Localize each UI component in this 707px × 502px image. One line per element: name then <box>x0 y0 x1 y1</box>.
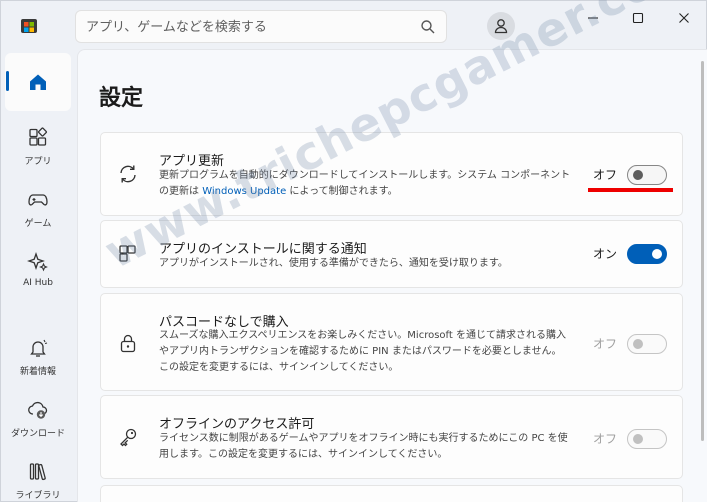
toggle-knob <box>633 339 643 349</box>
sidebar-item-label: アプリ <box>24 157 52 167</box>
download-icon <box>28 401 48 419</box>
setting-app-updates: アプリ更新 更新プログラムを自動的にダウンロードしてインストールします。システム… <box>100 132 683 216</box>
setting-card-partial <box>100 485 683 502</box>
sidebar-nav: アプリ ゲーム AI Hub 新着情報 ダウンロード ライブラリ <box>1 49 75 502</box>
search-box[interactable] <box>75 10 447 43</box>
page-title: 設定 <box>99 86 144 111</box>
library-icon <box>29 463 46 481</box>
title-bar <box>1 1 707 49</box>
close-button[interactable] <box>661 1 707 35</box>
sidebar-item-label: ダウンロード <box>10 429 65 439</box>
gamepad-icon <box>28 194 48 206</box>
sync-icon <box>120 165 136 183</box>
minimize-button[interactable] <box>570 1 616 35</box>
minimize-icon <box>588 17 598 19</box>
maximize-button[interactable] <box>615 1 661 35</box>
windows-update-link[interactable]: Windows Update <box>202 186 286 197</box>
offline-permissions-toggle[interactable] <box>627 429 667 449</box>
toggle-knob <box>652 249 662 259</box>
app-updates-toggle[interactable] <box>627 165 667 185</box>
search-input[interactable] <box>86 17 406 37</box>
highlight-underline <box>588 188 673 192</box>
sidebar-item-home[interactable] <box>5 53 71 111</box>
setting-title: オフラインのアクセス許可 <box>159 417 315 432</box>
setting-purchase-without-passcode: パスコードなしで購入 スムーズな購入エクスペリエンスをお楽しみください。Micr… <box>100 293 683 391</box>
toggle-state-label: オフ <box>593 337 618 351</box>
sidebar-item-apps[interactable]: アプリ <box>5 117 71 175</box>
setting-description: 更新プログラムを自動的にダウンロードしてインストールします。システム コンポーネ… <box>159 170 571 197</box>
scrollbar[interactable] <box>701 61 704 441</box>
sidebar-item-library[interactable]: ライブラリ <box>5 451 71 502</box>
active-indicator <box>6 71 9 91</box>
setting-offline-permissions: オフラインのアクセス許可 ライセンス数に制限があるゲームやアプリをオフライン時に… <box>100 395 683 479</box>
search-icon[interactable] <box>420 19 436 35</box>
sidebar-item-games[interactable]: ゲーム <box>5 179 71 237</box>
toggle-knob <box>633 434 643 444</box>
setting-description: アプリがインストールされ、使用する準備ができたら、通知を受け取ります。 <box>159 258 508 269</box>
bell-icon <box>30 339 48 357</box>
setting-description: スムーズな購入エクスペリエンスをお楽しみください。Microsoft を通じて請… <box>159 330 566 373</box>
setting-description: ライセンス数に制限があるゲームやアプリをオフライン時にも実行するためにこの PC… <box>159 433 568 460</box>
install-notifications-toggle[interactable] <box>627 244 667 264</box>
sidebar-item-label: ゲーム <box>24 219 52 229</box>
app-blocks-icon <box>119 245 136 262</box>
sidebar-item-label: AI Hub <box>23 278 53 288</box>
sidebar-item-whats-new[interactable]: 新着情報 <box>5 327 71 385</box>
close-icon <box>679 13 689 23</box>
sidebar-item-label: ライブラリ <box>15 491 61 501</box>
home-icon <box>30 74 46 90</box>
sidebar-item-ai-hub[interactable]: AI Hub <box>5 241 71 299</box>
toggle-state-label: オフ <box>593 432 618 446</box>
maximize-icon <box>632 12 644 24</box>
user-icon <box>494 19 508 34</box>
setting-install-notifications: アプリのインストールに関する通知 アプリがインストールされ、使用する準備ができた… <box>100 220 683 288</box>
sidebar-item-label: 新着情報 <box>19 367 56 377</box>
setting-title: アプリのインストールに関する通知 <box>159 242 367 257</box>
lock-icon <box>120 334 136 353</box>
store-logo-icon <box>21 19 37 33</box>
user-avatar-button[interactable] <box>487 12 515 40</box>
apps-icon <box>29 127 47 146</box>
sparkle-icon <box>27 252 48 272</box>
sidebar-item-downloads[interactable]: ダウンロード <box>5 389 71 447</box>
store-window: アプリ ゲーム AI Hub 新着情報 <box>0 0 707 502</box>
purchase-passcode-toggle[interactable] <box>627 334 667 354</box>
toggle-state-label: オフ <box>593 168 618 182</box>
settings-content: 設定 アプリ更新 更新プログラムを自動的にダウンロードしてインストールします。シ… <box>77 49 707 502</box>
toggle-state-label: オン <box>593 247 618 261</box>
key-icon <box>120 428 137 447</box>
toggle-knob <box>633 170 643 180</box>
setting-title: アプリ更新 <box>159 154 225 169</box>
